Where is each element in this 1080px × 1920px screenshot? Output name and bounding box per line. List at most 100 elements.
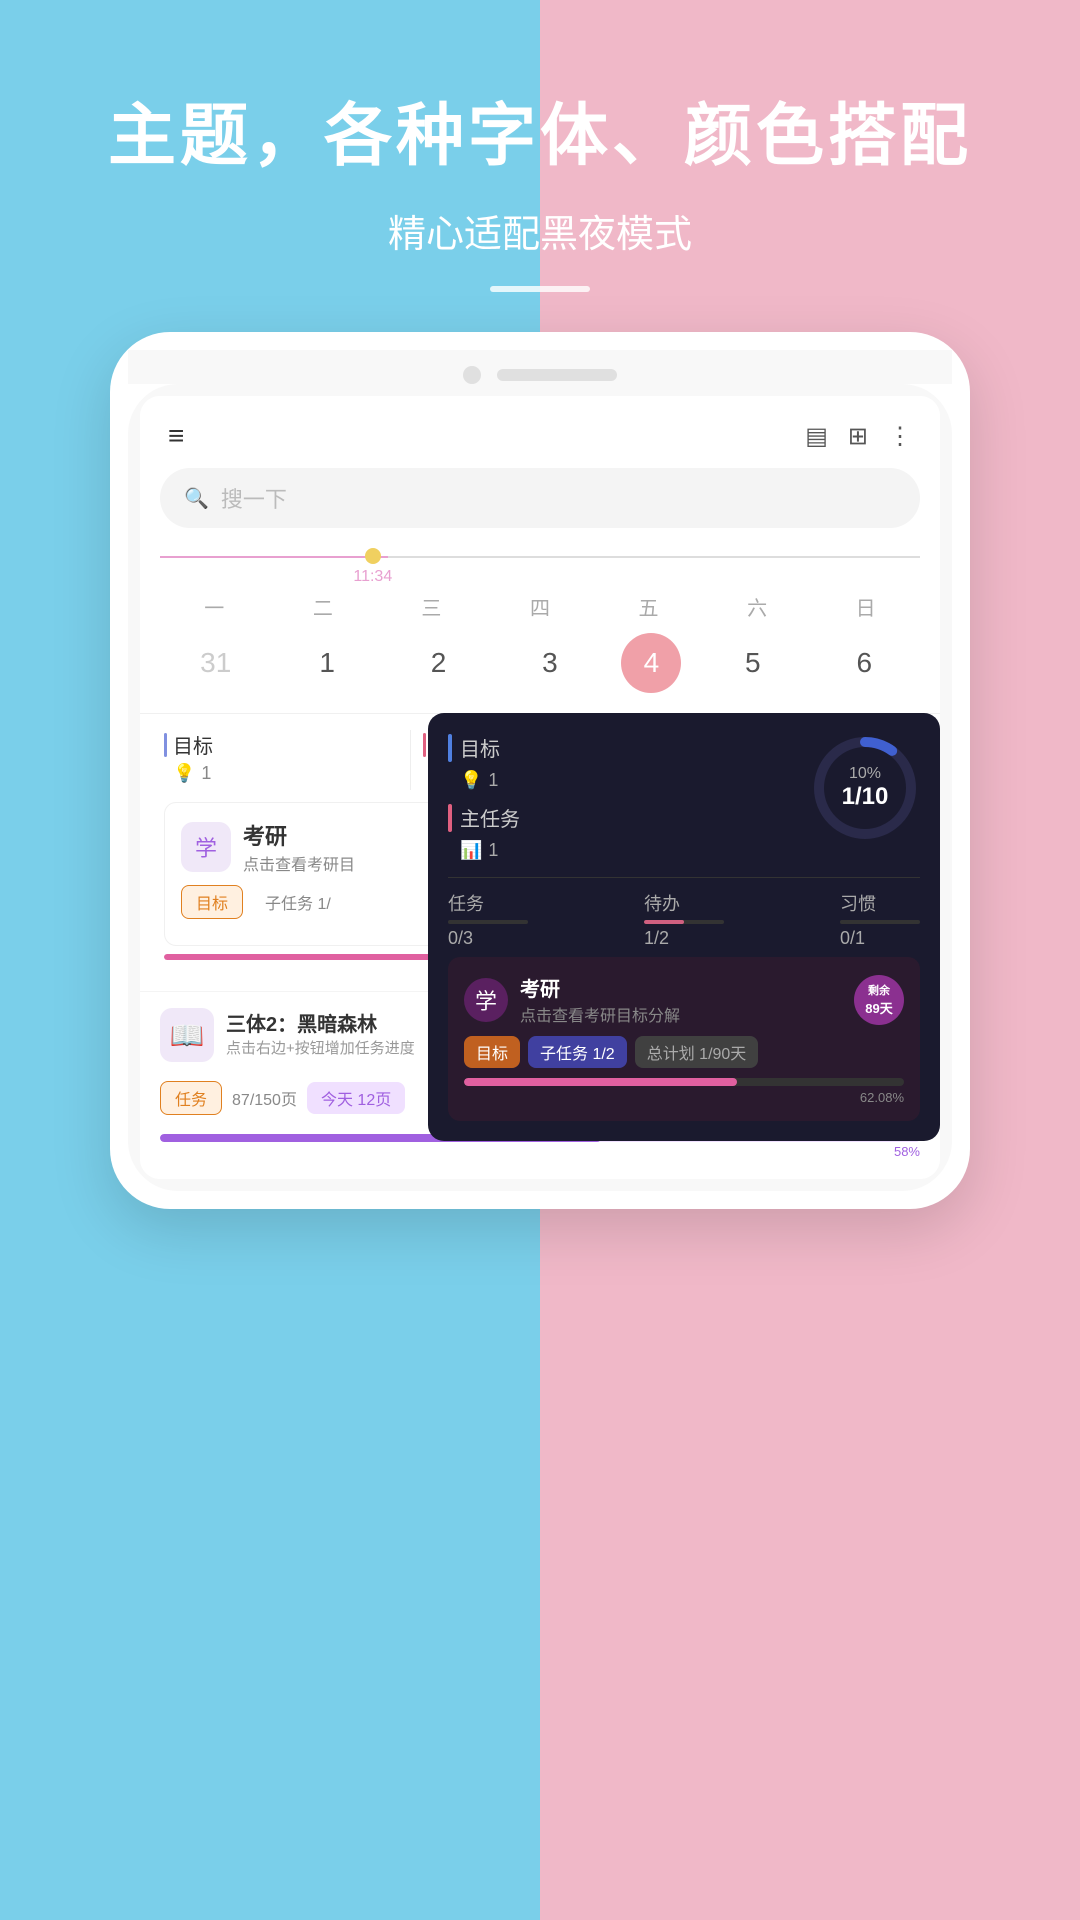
search-icon: 🔍 — [184, 486, 209, 511]
weekday-fri: 五 — [609, 592, 689, 621]
header-icons: ▤ ⊞ ⋮ — [805, 422, 912, 451]
study-title-dark: 考研 — [520, 973, 842, 1002]
circle-val: 1/10 — [842, 783, 889, 811]
phone-camera — [463, 366, 481, 384]
grid-view-icon[interactable]: ⊞ — [848, 422, 868, 451]
study-progress-fill-dark — [464, 1078, 737, 1086]
weekday-thu: 四 — [500, 592, 580, 621]
weekday-sat: 六 — [717, 592, 797, 621]
app-content: ≡ ▤ ⊞ ⋮ 🔍 搜一下 — [140, 396, 940, 1179]
dark-tasks: 任务 0/3 待办 — [448, 877, 920, 949]
circle-progress: 10% 1/10 — [810, 733, 920, 843]
phone-top-bar — [128, 350, 952, 384]
dark-chart-icon: 📊 — [460, 840, 482, 861]
dark-habit-track — [840, 920, 920, 924]
search-bar[interactable]: 🔍 搜一下 — [160, 468, 920, 528]
tag-subtask-dark: 子任务 1/2 — [528, 1036, 627, 1068]
dark-maintask-bar — [448, 804, 452, 832]
hero-section: 主题，各种字体、颜色搭配 精心适配黑夜模式 — [0, 0, 1080, 292]
book-tags: 任务 87/150页 今天 12页 — [160, 1081, 405, 1115]
weekday-wed: 三 — [391, 592, 471, 621]
dark-panel-header: 目标 💡 1 主任务 — [448, 733, 920, 861]
list-view-icon[interactable]: ▤ — [805, 422, 828, 451]
phone-mockup: ≡ ▤ ⊞ ⋮ 🔍 搜一下 — [110, 332, 970, 1209]
hamburger-icon[interactable]: ≡ — [168, 420, 184, 452]
study-icon-dark: 学 — [464, 978, 508, 1022]
calendar-dates: 31 1 2 3 4 5 6 — [140, 629, 940, 713]
timeline-time: 11:34 — [353, 568, 392, 586]
tag-goal-dark: 目标 — [464, 1036, 520, 1068]
dark-task-count: 0/3 — [448, 928, 528, 949]
circle-pct: 10% — [842, 765, 889, 783]
more-icon[interactable]: ⋮ — [888, 422, 912, 451]
circle-center: 10% 1/10 — [842, 765, 889, 811]
cal-date-31[interactable]: 31 — [176, 633, 256, 693]
app-header: ≡ ▤ ⊞ ⋮ — [140, 396, 940, 468]
dark-habit-label: 习惯 — [840, 890, 920, 916]
dark-goal-label: 目标 — [460, 733, 500, 762]
dark-todo-label: 待办 — [644, 890, 724, 916]
search-placeholder: 搜一下 — [221, 482, 287, 514]
dark-todo-track — [644, 920, 724, 924]
book-today: 今天 12页 — [307, 1082, 405, 1114]
book-pages: 87/150页 — [232, 1086, 297, 1110]
dark-habit-item: 习惯 0/1 — [840, 890, 920, 949]
timeline-dot — [365, 548, 381, 564]
tag-plan-dark: 总计划 1/90天 — [635, 1036, 759, 1068]
study-progress-track-dark — [464, 1078, 904, 1086]
study-header-dark: 学 考研 点击查看考研目标分解 剩余 89天 — [464, 973, 904, 1026]
phone-inner: ≡ ▤ ⊞ ⋮ 🔍 搜一下 — [128, 384, 952, 1191]
stats-container: 目标 💡 1 主 — [140, 713, 940, 991]
background-wrapper: 主题，各种字体、颜色搭配 精心适配黑夜模式 ≡ ▤ ⊞ ⋮ — [0, 0, 1080, 1920]
hero-divider — [490, 286, 590, 292]
dark-habit-count: 0/1 — [840, 928, 920, 949]
dark-goal-count: 1 — [488, 770, 498, 791]
phone-outer: ≡ ▤ ⊞ ⋮ 🔍 搜一下 — [110, 332, 970, 1209]
tag-subtask-light: 子任务 1/ — [251, 886, 345, 918]
book-progress-pct: 58% — [160, 1144, 920, 1159]
study-info-dark: 考研 点击查看考研目标分解 — [520, 973, 842, 1026]
cal-date-5[interactable]: 5 — [713, 633, 793, 693]
weekday-tue: 二 — [283, 592, 363, 621]
cal-date-2[interactable]: 2 — [399, 633, 479, 693]
goal-label-light: 目标 — [173, 730, 213, 759]
dark-stats-left: 目标 💡 1 主任务 — [448, 733, 520, 861]
dark-panel: 目标 💡 1 主任务 — [428, 713, 940, 1141]
study-tags-dark: 目标 子任务 1/2 总计划 1/90天 — [464, 1036, 904, 1068]
study-icon-light: 学 — [181, 822, 231, 872]
timeline-line — [160, 556, 920, 558]
study-progress-pct-dark: 62.08% — [464, 1090, 904, 1105]
study-icon-text: 学 — [475, 984, 497, 1016]
weekday-sun: 日 — [826, 592, 906, 621]
dark-task-item: 任务 0/3 — [448, 890, 528, 949]
dark-todo-count: 1/2 — [644, 928, 724, 949]
dark-maintask-label: 主任务 — [460, 803, 520, 832]
hero-subtitle: 精心适配黑夜模式 — [40, 203, 1040, 258]
remaining-label: 剩余 — [868, 982, 890, 998]
tag-task-light: 任务 — [160, 1081, 222, 1115]
dark-task-label: 任务 — [448, 890, 528, 916]
cal-date-6[interactable]: 6 — [824, 633, 904, 693]
timeline-bar: 11:34 — [160, 544, 920, 568]
calendar-weekdays: 一 二 三 四 五 六 日 — [140, 576, 940, 629]
weekday-mon: 一 — [174, 592, 254, 621]
hero-title: 主题，各种字体、颜色搭配 — [40, 80, 1040, 179]
dark-maintask-count: 1 — [488, 840, 498, 861]
dark-goal-bar — [448, 734, 452, 762]
bulb-icon: 💡 — [173, 763, 195, 784]
study-item-dark[interactable]: 学 考研 点击查看考研目标分解 剩余 89天 — [448, 957, 920, 1121]
study-badge: 剩余 89天 — [854, 975, 904, 1025]
cal-date-4-today[interactable]: 4 — [621, 633, 681, 693]
cal-date-3[interactable]: 3 — [510, 633, 590, 693]
dark-goal-row: 目标 — [448, 733, 520, 762]
book-icon: 📖 — [160, 1008, 214, 1062]
book-title: 三体2：黑暗森林 — [226, 1008, 377, 1037]
tag-goal-light: 目标 — [181, 885, 243, 919]
dark-todo-item: 待办 1/2 — [644, 890, 724, 949]
dark-bulb-icon: 💡 — [460, 770, 482, 791]
dark-task-track — [448, 920, 528, 924]
dark-maintask-row: 主任务 — [448, 803, 520, 832]
goal-count-light: 1 — [201, 763, 211, 784]
dark-todo-fill — [644, 920, 684, 924]
cal-date-1[interactable]: 1 — [287, 633, 367, 693]
